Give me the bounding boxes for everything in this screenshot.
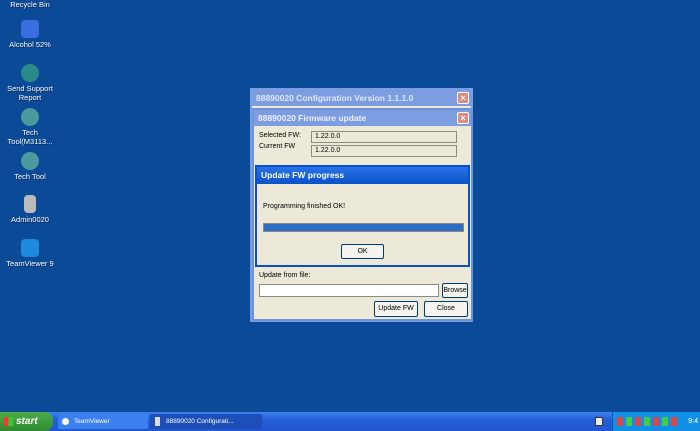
- current-fw-field: 1.22.0.0: [311, 145, 457, 157]
- teamviewer-icon: [21, 239, 39, 257]
- fw-window-titlebar[interactable]: 88890020 Firmware update ×: [254, 110, 471, 126]
- start-label: start: [16, 416, 38, 427]
- dialog-title: Update FW progress: [261, 170, 345, 180]
- status-message: Programming finished OK!: [263, 203, 346, 210]
- icon-label: TeamViewer 9: [6, 259, 54, 268]
- help-icon[interactable]: [595, 417, 603, 426]
- icon-label: Recycle Bin: [10, 0, 50, 9]
- desktop-icon-alcohol[interactable]: Alcohol 52%: [0, 20, 60, 49]
- support-report-icon: [21, 64, 39, 82]
- system-tray: 9:4: [612, 412, 700, 431]
- selected-fw-field: 1.22.0.0: [311, 131, 457, 143]
- clock: 9:4: [688, 418, 698, 425]
- taskbar-item-label: TeamViewer: [74, 418, 110, 425]
- desktop-icon-recycle-bin[interactable]: Recycle Bin: [0, 0, 60, 9]
- taskbar-item-teamviewer[interactable]: TeamViewer: [58, 414, 148, 429]
- close-icon[interactable]: ×: [457, 92, 469, 104]
- close-icon[interactable]: ×: [457, 112, 469, 124]
- update-from-file-label: Update from file:: [259, 272, 311, 279]
- browse-button[interactable]: Browse: [442, 283, 468, 298]
- teamviewer-icon: [62, 418, 69, 425]
- config-window-titlebar[interactable]: 88890020 Configuration Version 1.1.1.0 ×: [252, 90, 471, 106]
- selected-fw-label: Selected FW:: [259, 132, 301, 139]
- start-button[interactable]: start: [0, 412, 53, 431]
- tech-tool-icon: [21, 152, 39, 170]
- ok-button[interactable]: OK: [341, 244, 384, 259]
- window-title: 88890020 Configuration Version 1.1.1.0: [256, 93, 414, 103]
- icon-label: Send Support Report: [7, 84, 53, 102]
- icon-label: Admin0020: [11, 215, 49, 224]
- desktop-icon-teamviewer[interactable]: TeamViewer 9: [0, 239, 60, 268]
- windows-logo-icon: [4, 417, 13, 426]
- taskbar-item-label: 88890020 Configurati...: [166, 418, 234, 425]
- desktop-icon-send-support-report[interactable]: Send Support Report: [0, 64, 60, 102]
- admin-icon: [24, 195, 36, 213]
- alcohol-icon: [21, 20, 39, 38]
- taskbar-item-configuration[interactable]: 88890020 Configurati...: [150, 414, 262, 429]
- taskbar: start TeamViewer 88890020 Configurati...…: [0, 412, 700, 431]
- desktop-icon-tech-tool-m3113[interactable]: Tech Tool(M3113...: [0, 108, 60, 146]
- progress-dialog-titlebar[interactable]: Update FW progress: [257, 167, 468, 184]
- file-path-input[interactable]: [259, 284, 439, 297]
- progress-fill: [264, 224, 463, 231]
- tech-tool-icon: [21, 108, 39, 126]
- desktop-icon-admin0020[interactable]: Admin0020: [0, 195, 60, 224]
- icon-label: Tech Tool: [14, 172, 46, 181]
- tray-icons[interactable]: [617, 417, 677, 426]
- icon-label: Tech Tool(M3113...: [7, 128, 53, 146]
- app-icon: [155, 417, 160, 426]
- close-button[interactable]: Close: [424, 301, 468, 317]
- icon-label: Alcohol 52%: [9, 40, 51, 49]
- desktop-icon-tech-tool[interactable]: Tech Tool: [0, 152, 60, 181]
- update-fw-progress-dialog: Update FW progress Programming finished …: [255, 165, 470, 267]
- progress-bar: [263, 223, 464, 232]
- current-fw-label: Current FW: [259, 143, 296, 150]
- update-fw-button[interactable]: Update FW: [374, 301, 418, 317]
- window-title: 88890020 Firmware update: [258, 113, 367, 123]
